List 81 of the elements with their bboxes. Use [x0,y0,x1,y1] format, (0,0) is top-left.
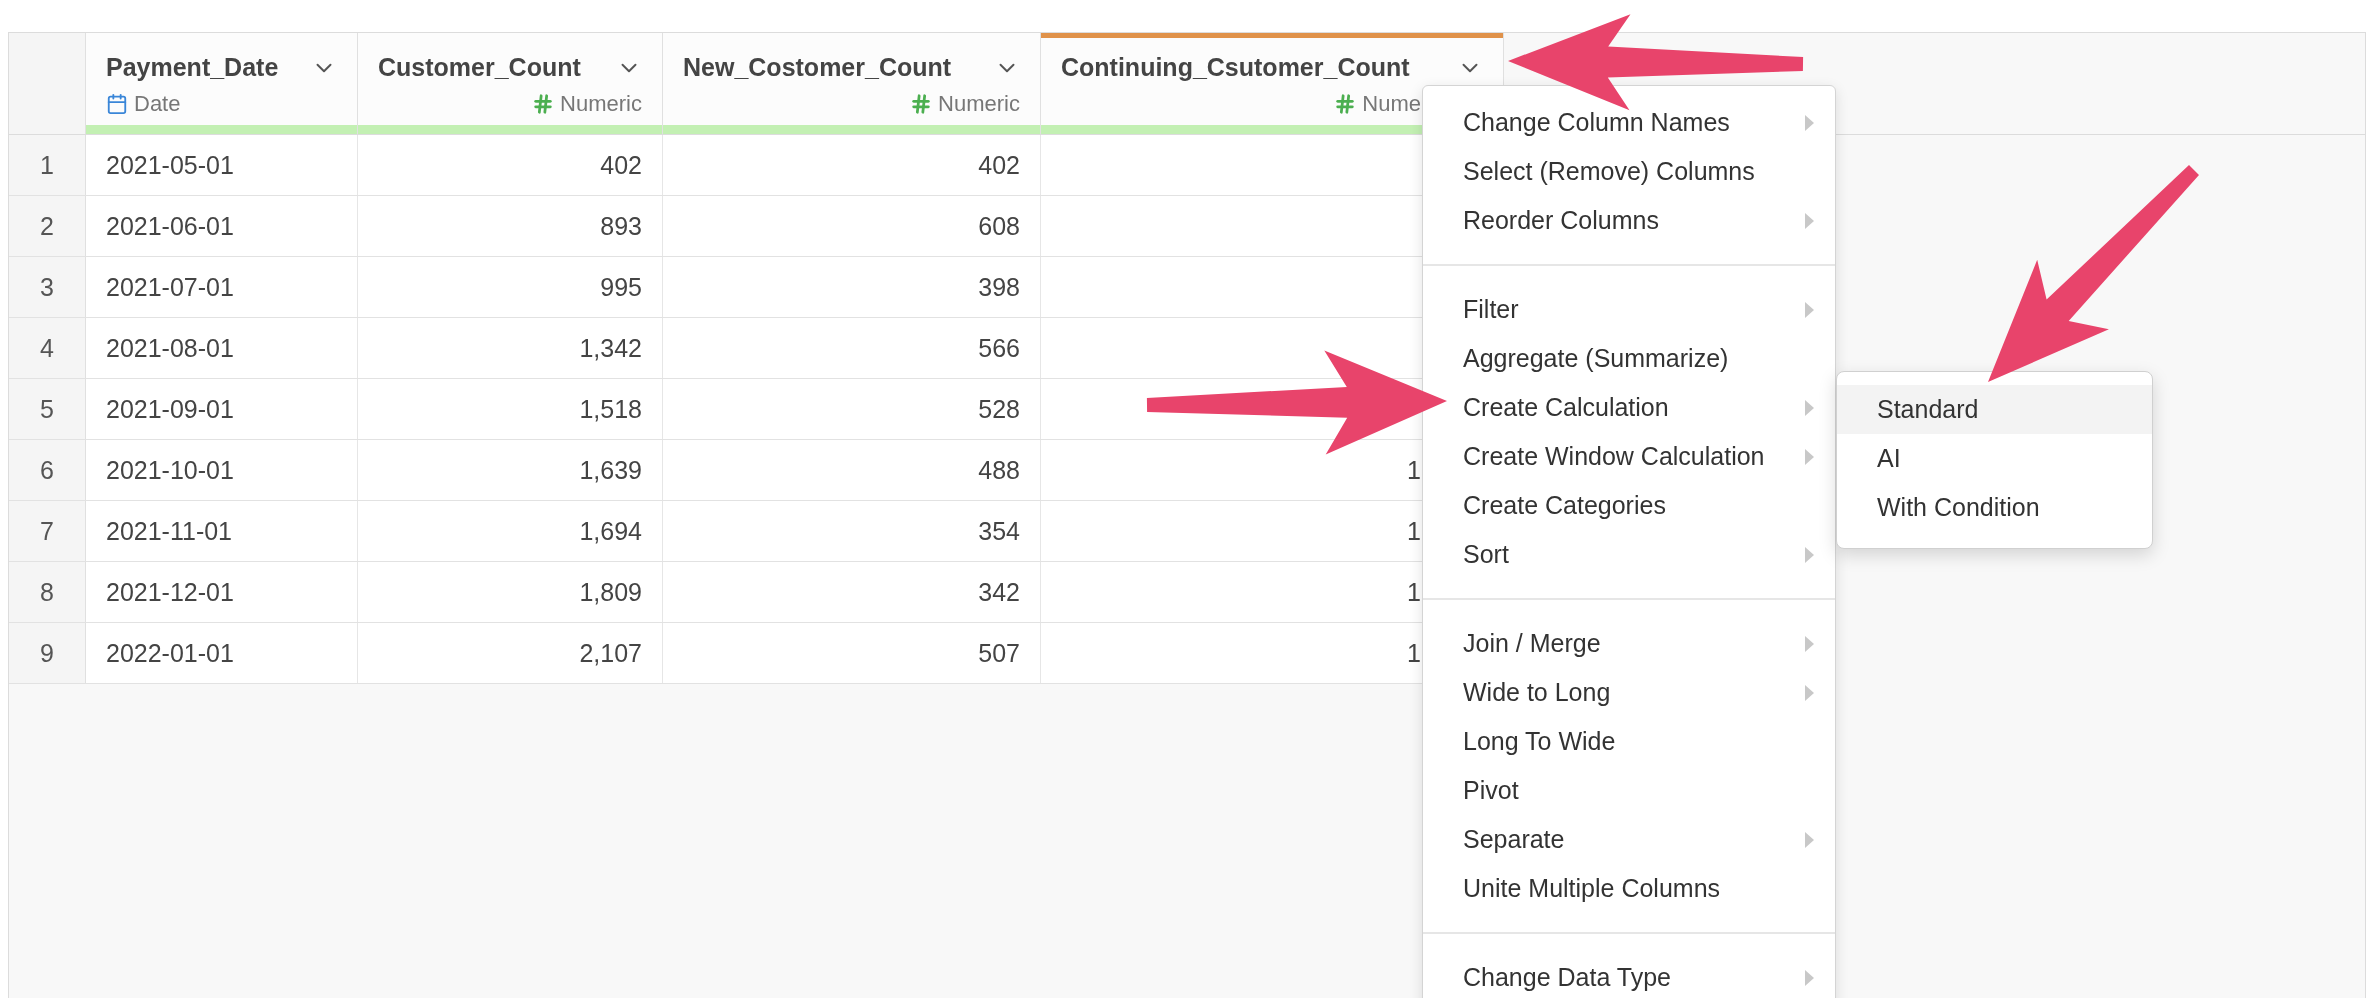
table-cell: 402 [978,150,1020,180]
table-cell: 2,107 [579,638,642,668]
column-type: Numeric [938,90,1020,117]
table-cell: 342 [978,577,1020,607]
menu-item[interactable]: With Condition [1837,483,2152,532]
menu-item[interactable]: Join / Merge [1423,619,1835,668]
row-number: 1 [9,135,86,195]
table-cell: 488 [978,455,1020,485]
submenu-caret-icon [1804,683,1815,702]
menu-item[interactable]: Create Window Calculation [1423,432,1835,481]
table-cell: 1,342 [579,333,642,363]
menu-item[interactable]: Sort [1423,530,1835,579]
hash-icon [532,92,555,115]
table-cell: 2021-12-01 [106,577,234,607]
table-cell: 402 [600,150,642,180]
table-cell: 2021-06-01 [106,211,234,241]
submenu-caret-icon [1804,968,1815,987]
column-type: Numeric [560,90,642,117]
table-cell: 398 [978,272,1020,302]
table-cell: 2021-11-01 [106,516,233,546]
menu-item[interactable]: Change Column Names [1423,98,1835,147]
submenu-caret-icon [1804,830,1815,849]
table-cell: 608 [978,211,1020,241]
table-cell: 566 [978,333,1020,363]
row-number: 4 [9,318,86,378]
hash-icon [1334,92,1357,115]
menu-item[interactable]: Change Data Type [1423,953,1835,998]
table-cell: 507 [978,638,1020,668]
row-number: 8 [9,562,86,622]
row-number: 5 [9,379,86,439]
column-name: Customer_Count [378,53,581,83]
menu-item[interactable]: Reorder Columns [1423,196,1835,245]
table-cell: 2021-10-01 [106,455,234,485]
table-cell: 2021-08-01 [106,333,234,363]
menu-item[interactable]: Create Calculation [1423,383,1835,432]
table-cell: 1 [1407,638,1421,668]
menu-item[interactable]: Standard [1837,385,2152,434]
column-name: New_Costomer_Count [683,53,952,83]
table-cell: 1,694 [579,516,642,546]
menu-item[interactable]: Long To Wide [1423,717,1835,766]
row-number: 3 [9,257,86,317]
menu-item[interactable]: Create Categories [1423,481,1835,530]
table-cell: 1,639 [579,455,642,485]
table-cell: 2021-05-01 [106,150,234,180]
table-cell: 995 [600,272,642,302]
submenu-caret-icon [1804,634,1815,653]
table-cell: 2021-09-01 [106,394,234,424]
menu-item[interactable]: Unite Multiple Columns [1423,864,1835,913]
column-name: Continuing_Csutomer_Count [1061,53,1410,83]
submenu-caret-icon [1804,113,1815,132]
table-cell: 354 [978,516,1020,546]
submenu-caret-icon [1804,211,1815,230]
menu-item[interactable]: Select (Remove) Columns [1423,147,1835,196]
column-type: Nume [1362,90,1421,117]
menu-item[interactable]: Pivot [1423,766,1835,815]
row-number: 6 [9,440,86,500]
table-cell: 893 [600,211,642,241]
table-cell: 2021-07-01 [106,272,234,302]
submenu-caret-icon [1804,300,1815,319]
menu-item[interactable]: AI [1837,434,2152,483]
column-name: Payment_Date [106,53,279,83]
table-cell: 1 [1407,577,1421,607]
column-type: Date [134,90,181,117]
row-number: 7 [9,501,86,561]
menu-item[interactable]: Aggregate (Summarize) [1423,334,1835,383]
table-cell: 528 [978,394,1020,424]
table-cell: 1 [1407,516,1421,546]
hash-icon [910,92,933,115]
calendar-icon [106,92,128,115]
submenu-caret-icon [1804,447,1815,466]
table-cell: 1,809 [579,577,642,607]
row-number: 9 [9,623,86,683]
table-cell: 2022-01-01 [106,638,234,668]
row-number: 2 [9,196,86,256]
table-cell: 1 [1407,455,1421,485]
menu-item[interactable]: Separate [1423,815,1835,864]
submenu-caret-icon [1804,398,1815,417]
menu-item[interactable]: Wide to Long [1423,668,1835,717]
table-cell: 1,518 [579,394,642,424]
menu-item[interactable]: Filter [1423,285,1835,334]
submenu-caret-icon [1804,545,1815,564]
